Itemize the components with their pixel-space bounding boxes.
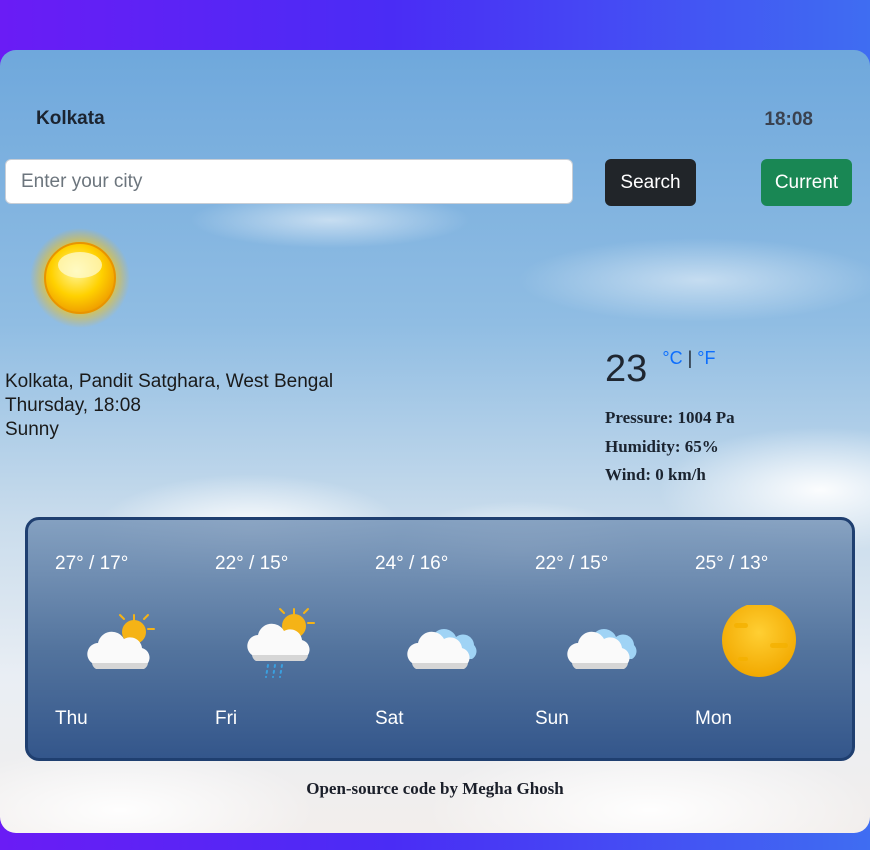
forecast-day-name: Sat [375,708,404,729]
forecast-temp: 25° / 13° [695,553,769,574]
partly-cloudy-icon [87,614,155,669]
weather-stats: Pressure: 1004 Pa Humidity: 65% Wind: 0 … [605,404,735,490]
forecast-temp: 24° / 16° [375,553,449,574]
forecast-day: 22° / 15° Sun [508,520,658,758]
forecast-day-name: Thu [55,708,88,729]
unit-toggle: °C | °F [662,348,715,369]
current-location-details: Kolkata, Pandit Satghara, West Bengal Th… [5,370,333,442]
rain-partly-cloudy-icon [247,608,315,678]
pressure: Pressure: 1004 Pa [605,408,735,427]
footer-credit: Open-source code by Megha Ghosh [306,779,564,798]
city-search-input[interactable] [5,159,573,204]
forecast-day-name: Mon [695,708,732,729]
humidity: Humidity: 65% [605,436,719,456]
cloud-icon [567,629,637,669]
current-location-button[interactable]: Current [761,159,852,206]
forecast-temp: 22° / 15° [215,553,289,574]
forecast-day: 24° / 16° Sat [348,520,498,758]
forecast-temp: 27° / 17° [55,553,129,574]
forecast-day: 27° / 17° Thu [28,520,178,758]
unit-separator: | [687,348,693,368]
forecast-day-name: Sun [535,708,569,729]
day-time: Thursday, 18:08 [5,395,141,416]
fahrenheit-link[interactable]: °F [697,348,715,368]
sun-icon [722,605,796,677]
forecast-panel: 27° / 17° Thu 22° / 15° Fri 24° / 16° Sa… [25,517,855,761]
header-time: 18:08 [764,109,813,130]
forecast-day: 25° / 13° Mon [668,520,818,758]
celsius-link[interactable]: °C [662,348,682,368]
forecast-day: 22° / 15° Fri [188,520,338,758]
header-city: Kolkata [36,108,105,129]
forecast-temp: 22° / 15° [535,553,609,574]
weather-app: Kolkata 18:08 Search Current Kolkata, Pa… [0,50,870,833]
forecast-day-name: Fri [215,708,238,729]
current-temperature: 23 °C | °F [605,346,716,391]
temperature-value: 23 [605,348,648,390]
search-button[interactable]: Search [605,159,696,206]
wind: Wind: 0 km/h [605,465,706,484]
cloud-icon [407,629,477,669]
weather-condition: Sunny [5,419,59,440]
sun-icon [30,228,130,328]
location-name: Kolkata, Pandit Satghara, West Bengal [5,371,334,392]
